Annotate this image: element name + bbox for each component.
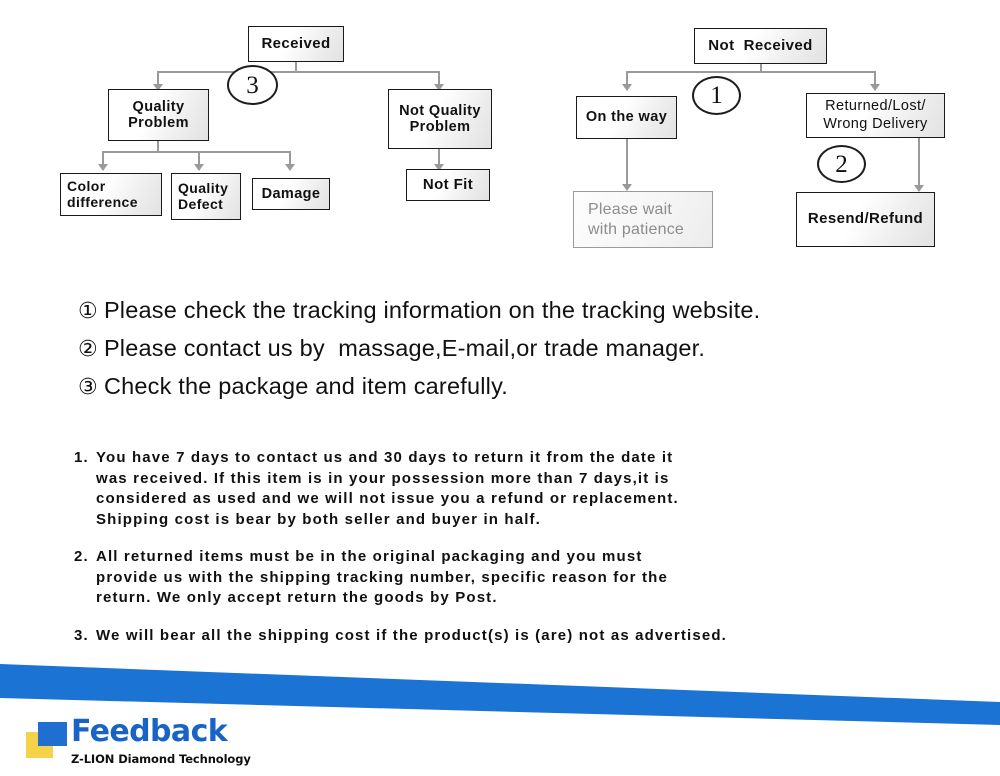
flow-box-on-the-way[interactable]: On the way: [576, 96, 677, 139]
instruction-marker: ①: [78, 299, 98, 324]
connector-quality-bus: [102, 151, 290, 153]
flow-box-quality-problem[interactable]: Quality Problem: [108, 89, 209, 141]
policy-line: We will bear all the shipping cost if th…: [96, 626, 727, 644]
flow-box-resend-refund[interactable]: Resend/Refund: [796, 192, 935, 247]
flow-box-received[interactable]: Received: [248, 26, 344, 62]
policy-line: provide us with the shipping tracking nu…: [96, 568, 668, 586]
connector-returned-drop: [918, 138, 920, 188]
policy-item-number: 2.: [74, 548, 89, 565]
connector-received-bus: [157, 71, 439, 73]
policy-list: 1. You have 7 days to contact us and 30 …: [74, 448, 964, 663]
instruction-marker: ②: [78, 337, 98, 362]
policy-line: All returned items must be in the origin…: [96, 548, 643, 565]
policy-item: 2. All returned items must be in the ori…: [74, 547, 964, 609]
flow-box-not-fit[interactable]: Not Fit: [406, 169, 490, 201]
flow-box-not-received-label: Not Received: [708, 36, 813, 54]
arrow-to-damage: [285, 164, 295, 171]
policy-line: considered as used and we will not issue…: [96, 490, 679, 507]
flow-box-color-difference[interactable]: Color difference: [60, 173, 162, 216]
marker-3: 3: [227, 65, 278, 105]
flow-box-please-wait-label: Please wait with patience: [588, 200, 684, 238]
arrow-not-received-to-on-the-way: [622, 84, 632, 91]
marker-2-label: 2: [835, 150, 848, 178]
flow-box-returned-lost-wrong-delivery-label: Returned/Lost/ Wrong Delivery: [823, 97, 928, 132]
instruction-item: ② Please contact us by massage,E-mail,or…: [78, 330, 938, 368]
logo-blue-square: [38, 722, 67, 746]
arrow-to-color-difference: [98, 164, 108, 171]
policy-item-number: 1.: [74, 449, 89, 466]
policy-line: You have 7 days to contact us and 30 day…: [96, 449, 674, 466]
instruction-item: ③ Check the package and item carefully.: [78, 368, 938, 406]
flow-box-not-received[interactable]: Not Received: [694, 28, 827, 64]
marker-2: 2: [817, 145, 866, 183]
connector-not-received-bus: [626, 71, 876, 73]
flow-box-not-quality-problem[interactable]: Not Quality Problem: [388, 89, 492, 149]
flow-box-color-difference-label: Color difference: [67, 177, 138, 210]
policy-line: was received. If this item is in your po…: [96, 469, 670, 487]
marker-1: 1: [692, 76, 741, 115]
flow-box-quality-problem-label: Quality Problem: [128, 98, 189, 131]
policy-line: return. We only accept return the goods …: [96, 589, 498, 606]
instruction-text: Check the package and item carefully.: [103, 373, 509, 399]
flow-box-damage[interactable]: Damage: [252, 178, 330, 210]
policy-item-body: All returned items must be in the origin…: [96, 547, 964, 609]
instruction-list: ① Please check the tracking information …: [78, 292, 938, 406]
marker-1-label: 1: [710, 82, 723, 109]
connector-on-the-way-drop: [626, 139, 628, 187]
logo-tagline: Z-LION Diamond Technology: [71, 752, 251, 766]
policy-item-number: 3.: [74, 626, 89, 644]
flow-box-please-wait[interactable]: Please wait with patience: [573, 191, 713, 248]
instruction-text: Please contact us by massage,E-mail,or t…: [103, 335, 706, 361]
policy-item: 1. You have 7 days to contact us and 30 …: [74, 448, 964, 530]
flow-box-on-the-way-label: On the way: [585, 109, 668, 126]
arrow-not-received-to-returned: [870, 84, 880, 91]
feedback-logo: Feedback Z-LION Diamond Technology: [26, 714, 266, 768]
flow-box-resend-refund-label: Resend/Refund: [807, 210, 924, 228]
flow-box-returned-lost-wrong-delivery[interactable]: Returned/Lost/ Wrong Delivery: [806, 93, 945, 138]
flow-box-received-label: Received: [261, 34, 331, 52]
policy-item-body: You have 7 days to contact us and 30 day…: [96, 448, 964, 530]
logo-wordmark: Feedback: [71, 714, 228, 749]
arrow-to-quality-defect: [194, 164, 204, 171]
instruction-item: ① Please check the tracking information …: [78, 292, 938, 330]
flow-box-quality-defect-label: Quality Defect: [178, 179, 229, 212]
policy-item: 3. We will bear all the shipping cost if…: [74, 626, 964, 647]
flow-box-quality-defect[interactable]: Quality Defect: [171, 173, 241, 220]
marker-3-label: 3: [246, 71, 259, 99]
arrow-to-please-wait: [622, 184, 632, 191]
policy-line: Shipping cost is bear by both seller and…: [96, 510, 541, 528]
instruction-marker: ③: [78, 375, 98, 400]
policy-item-body: We will bear all the shipping cost if th…: [96, 626, 964, 647]
flow-box-not-fit-label: Not Fit: [422, 175, 474, 193]
instruction-text: Please check the tracking information on…: [103, 297, 761, 323]
flow-box-not-quality-problem-label: Not Quality Problem: [399, 102, 481, 135]
flow-box-damage-label: Damage: [261, 185, 321, 202]
arrow-to-resend-refund: [914, 185, 924, 192]
